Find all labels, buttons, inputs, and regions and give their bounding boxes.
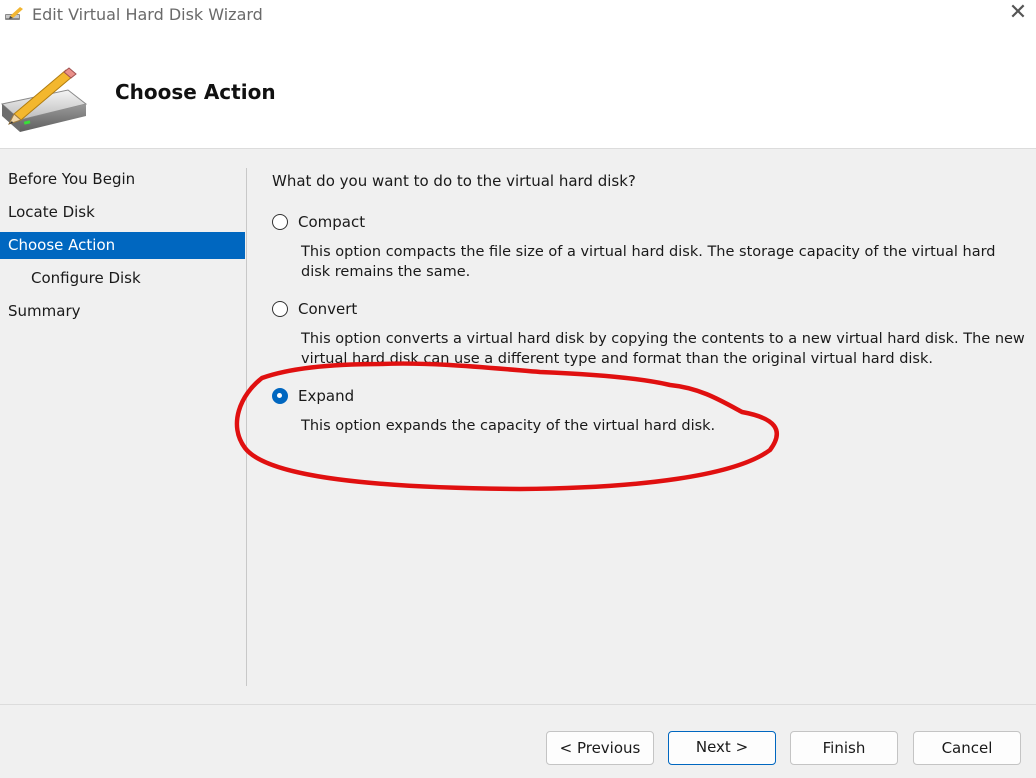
page-title: Choose Action bbox=[115, 80, 276, 104]
close-button[interactable]: ✕ bbox=[1006, 2, 1030, 26]
compact-option[interactable]: Compact bbox=[272, 211, 365, 233]
choose-action-panel: What do you want to do to the virtual ha… bbox=[272, 172, 1025, 434]
hard-disk-edit-icon bbox=[0, 67, 88, 132]
wizard-app-icon bbox=[5, 7, 23, 20]
cancel-button[interactable]: Cancel bbox=[913, 731, 1021, 765]
convert-option[interactable]: Convert bbox=[272, 298, 357, 320]
compact-label[interactable]: Compact bbox=[298, 213, 365, 231]
convert-radio[interactable] bbox=[272, 301, 288, 317]
next-button[interactable]: Next > bbox=[668, 731, 776, 765]
header-divider bbox=[0, 148, 1036, 149]
nav-step-summary[interactable]: Summary bbox=[0, 298, 245, 325]
nav-step-configure-disk[interactable]: Configure Disk bbox=[0, 265, 245, 292]
convert-description: This option converts a virtual hard disk… bbox=[301, 331, 1025, 367]
expand-description: This option expands the capacity of the … bbox=[301, 418, 716, 434]
close-icon: ✕ bbox=[1008, 0, 1028, 25]
nav-step-locate-disk[interactable]: Locate Disk bbox=[0, 199, 245, 226]
nav-step-before-you-begin[interactable]: Before You Begin bbox=[0, 166, 245, 193]
previous-button[interactable]: < Previous bbox=[546, 731, 654, 765]
nav-step-choose-action[interactable]: Choose Action bbox=[0, 232, 245, 259]
convert-label[interactable]: Convert bbox=[298, 300, 357, 318]
wizard-header: Choose Action bbox=[0, 30, 1036, 148]
expand-label[interactable]: Expand bbox=[298, 387, 354, 405]
compact-description: This option compacts the file size of a … bbox=[301, 244, 996, 280]
expand-option[interactable]: Expand bbox=[272, 385, 354, 407]
expand-radio[interactable] bbox=[272, 388, 288, 404]
window-title: Edit Virtual Hard Disk Wizard bbox=[32, 5, 263, 24]
title-bar: Edit Virtual Hard Disk Wizard ✕ bbox=[0, 0, 1036, 30]
footer-divider bbox=[0, 704, 1036, 705]
wizard-steps-nav: Before You Begin Locate Disk Choose Acti… bbox=[0, 166, 245, 331]
nav-divider bbox=[246, 168, 247, 686]
compact-radio[interactable] bbox=[272, 214, 288, 230]
action-question: What do you want to do to the virtual ha… bbox=[272, 172, 636, 190]
finish-button[interactable]: Finish bbox=[790, 731, 898, 765]
